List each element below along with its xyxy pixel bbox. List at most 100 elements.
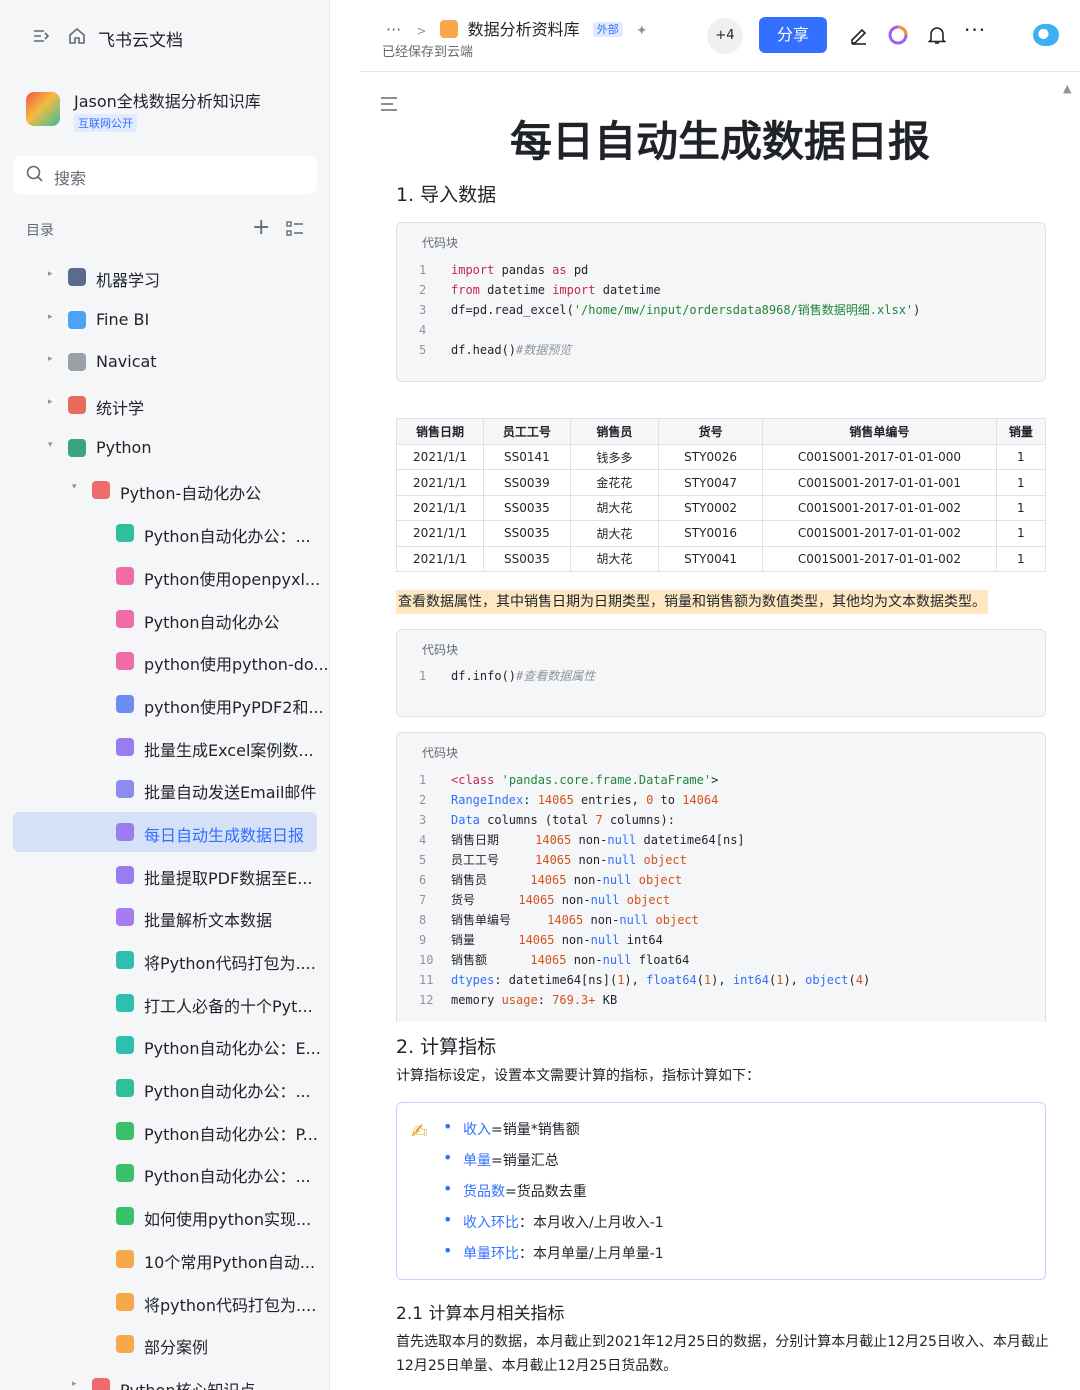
table-header-cell: 货号 — [657, 418, 764, 445]
doc-icon — [116, 1292, 134, 1311]
code-token: 销量 — [451, 933, 519, 947]
metric-name: 单量环比 — [463, 1246, 519, 1262]
code-token: ( — [696, 973, 704, 987]
table-cell: 1 — [995, 545, 1046, 572]
code-token: 769.3+ — [552, 993, 596, 1007]
code-block[interactable]: 代码块 1 import pandas as pd 2 from datetime i… — [396, 222, 1046, 382]
sidebar-item[interactable]: Python使用openpyxl... — [0, 555, 330, 598]
more-options-icon[interactable]: ··· — [964, 18, 986, 42]
chevron-right-icon[interactable]: ▸ — [48, 312, 58, 322]
list-item: 收入环比：本月收入/上月收入-1 — [443, 1210, 664, 1243]
code-line: 6 销售员 14065 non-null object — [419, 870, 870, 890]
table-cell: 金花花 — [569, 469, 659, 496]
sidebar-item[interactable]: 批量解析文本数据 — [0, 896, 330, 939]
chevron-down-icon[interactable]: ▾ — [48, 440, 58, 450]
gear-icon — [68, 353, 86, 372]
sidebar-item-label: Python自动化办公：... — [144, 1082, 311, 1102]
table-header-row: 销售日期 员工工号 销售员 货号 销售单编号 销量 — [396, 418, 1046, 445]
pin-icon[interactable]: ✦ — [636, 23, 648, 39]
code-token: pd — [566, 263, 589, 277]
sidebar-item[interactable]: ▸ Fine BI — [0, 299, 330, 342]
data-table: 销售日期 员工工号 销售员 货号 销售单编号 销量 2021/1/1 SS0141 钱多多 ST… — [396, 418, 1046, 573]
app-title[interactable]: 飞书云文档 — [98, 26, 183, 51]
code-block[interactable]: 代码块 1 <class 'pandas.core.frame.DataFrame… — [396, 732, 1046, 1022]
table-header-cell: 销售单编号 — [762, 418, 997, 445]
sidebar-item[interactable]: ▸ Python核心知识点 — [0, 1366, 330, 1390]
line-number: 4 — [419, 833, 427, 847]
sidebar-item[interactable]: 将python代码打包为.... — [0, 1281, 330, 1324]
doc-title: 每日自动生成数据日报 — [509, 117, 930, 166]
sidebar-item[interactable]: python使用python-do... — [0, 640, 330, 683]
metric-formula: =销量汇总 — [491, 1153, 559, 1169]
collaborators-count[interactable]: +4 — [707, 18, 743, 54]
code-token: <class — [451, 773, 495, 787]
knowledge-space[interactable]: Jason全栈数据分析知识库 互联网公开 — [26, 88, 326, 140]
code-token: datetime — [479, 283, 553, 297]
sidebar-item[interactable]: 批量提取PDF数据至E... — [0, 854, 330, 897]
sidebar-item[interactable]: ▾ Python-自动化办公 — [0, 469, 330, 512]
sidebar: 飞书云文档 Jason全栈数据分析知识库 互联网公开 搜索 目录 + ▸ 机器学习… — [0, 0, 330, 1390]
code-line: 1 import pandas as pd — [419, 260, 920, 280]
code-block[interactable]: 代码块 1 df.info()#查看数据属性 — [396, 629, 1046, 717]
chevron-right-icon[interactable]: ▸ — [48, 354, 58, 364]
add-icon[interactable]: + — [252, 215, 270, 240]
sidebar-item[interactable]: python使用PyPDF2和... — [0, 683, 330, 726]
sidebar-item[interactable]: 10个常用Python自动... — [0, 1238, 330, 1281]
sidebar-item[interactable]: ▸ 统计学 — [0, 384, 330, 427]
code-token: object — [805, 973, 849, 987]
table-cell: STY0047 — [657, 469, 764, 496]
external-badge: 外部 — [592, 22, 623, 37]
collapse-sidebar-icon[interactable] — [30, 26, 52, 48]
code-token: non- — [566, 873, 603, 887]
code-token: ) — [913, 303, 921, 317]
sidebar-item-label: Python自动化办公：E... — [144, 1039, 321, 1059]
sidebar-item[interactable]: 如何使用python实现... — [0, 1195, 330, 1238]
sidebar-item[interactable]: Python自动化办公：... — [0, 512, 330, 555]
sidebar-item[interactable]: 批量自动发送Email邮件 — [0, 768, 330, 811]
edit-icon[interactable] — [848, 24, 870, 46]
sidebar-item[interactable]: Python自动化办公：E... — [0, 1024, 330, 1067]
sidebar-item[interactable]: 部分案例 — [0, 1323, 330, 1366]
sidebar-item[interactable]: Python自动化办公：... — [0, 1152, 330, 1195]
code-token: non- — [571, 853, 608, 867]
table-row: 2021/1/1 SS0035 胡大花 STY0041 C001S001-2017-01… — [396, 545, 1046, 572]
chevron-right-icon[interactable]: ▸ — [48, 269, 58, 279]
ai-assistant-icon[interactable] — [887, 24, 909, 46]
sidebar-item[interactable]: Python自动化办公 — [0, 598, 330, 641]
sidebar-item[interactable]: 将Python代码打包为.... — [0, 939, 330, 982]
share-button[interactable]: 分享 — [759, 17, 827, 53]
chevron-right-icon[interactable]: ▸ — [72, 1379, 82, 1389]
doc-icon — [116, 609, 134, 628]
sidebar-item[interactable]: 批量生成Excel案例数... — [0, 726, 330, 769]
scroll-up-icon[interactable]: ▲ — [1063, 82, 1071, 95]
code-caption: 代码块 — [422, 643, 459, 657]
chevron-down-icon[interactable]: ▾ — [72, 482, 82, 492]
list-view-icon[interactable] — [286, 220, 304, 238]
folder-icon — [92, 481, 110, 500]
home-icon[interactable] — [66, 26, 88, 48]
robot-icon — [68, 268, 86, 286]
sidebar-item-label: Python-自动化办公 — [120, 484, 262, 504]
sidebar-item-label: 批量解析文本数据 — [144, 911, 273, 931]
code-line: 3 Data columns (total 7 columns): — [419, 810, 870, 830]
breadcrumb-more[interactable]: ··· — [386, 20, 401, 39]
sidebar-item[interactable]: ▸ 机器学习 — [0, 256, 330, 299]
sidebar-item[interactable]: 打工人必备的十个Pyt... — [0, 982, 330, 1025]
sidebar-item[interactable]: ▸ Navicat — [0, 341, 330, 384]
sidebar-item[interactable]: 每日自动生成数据日报 — [0, 811, 330, 854]
search-input[interactable]: 搜索 — [13, 156, 317, 194]
code-line: 4 — [419, 320, 920, 340]
sidebar-item[interactable]: Python自动化办公：P... — [0, 1110, 330, 1153]
sidebar-item[interactable]: ▾ Python — [0, 427, 330, 470]
assistant-logo-icon[interactable] — [1033, 24, 1059, 46]
breadcrumb-library[interactable]: 数据分析资料库 — [468, 20, 580, 39]
search-icon — [25, 164, 45, 184]
doc-icon — [116, 652, 134, 671]
table-row: 2021/1/1 SS0141 钱多多 STY0026 C001S001-2017-01… — [396, 443, 1046, 471]
sidebar-item[interactable]: Python自动化办公：... — [0, 1067, 330, 1110]
bell-icon[interactable] — [926, 24, 948, 46]
chevron-right-icon[interactable]: ▸ — [48, 397, 58, 407]
table-header-cell: 销量 — [995, 418, 1046, 445]
